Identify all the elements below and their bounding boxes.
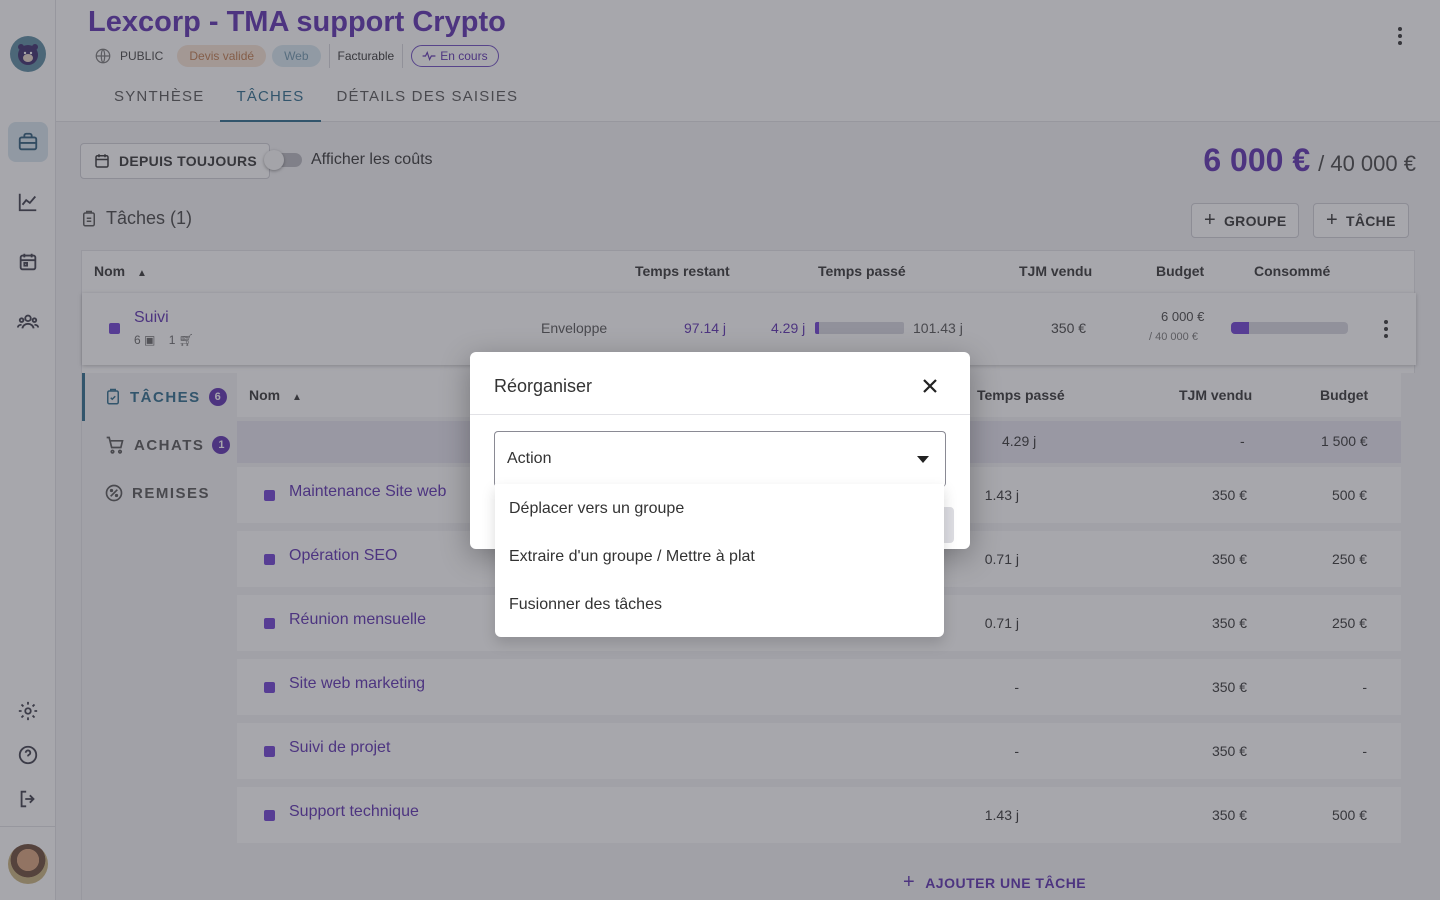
option-move-to-group[interactable]: Déplacer vers un groupe: [509, 500, 684, 518]
dialog-confirm-button[interactable]: [944, 507, 954, 543]
action-select-value: Action: [507, 450, 552, 467]
option-extract-from-group[interactable]: Extraire d'un groupe / Mettre à plat: [509, 548, 755, 566]
action-dropdown-menu: Déplacer vers un groupe Extraire d'un gr…: [495, 484, 944, 637]
caret-down-icon: [917, 456, 929, 463]
action-select[interactable]: Action: [494, 431, 946, 487]
close-icon: [923, 379, 937, 393]
option-merge-tasks[interactable]: Fusionner des tâches: [509, 596, 662, 614]
close-button[interactable]: [920, 376, 940, 396]
dialog-title: Réorganiser: [494, 376, 593, 396]
dialog-divider: [470, 414, 970, 415]
